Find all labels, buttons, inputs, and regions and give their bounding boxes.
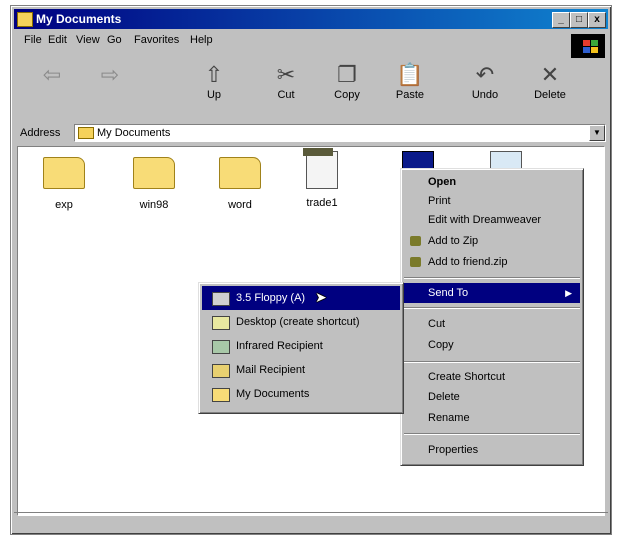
address-value: My Documents (97, 127, 171, 139)
up-button[interactable]: ⇧ Up (188, 61, 240, 117)
menu-file[interactable]: File (24, 34, 42, 46)
ctx-open[interactable]: Open (404, 172, 580, 192)
up-folder-icon: ⇧ (204, 62, 224, 87)
ctx-delete[interactable]: Delete (404, 387, 580, 407)
file-item-exp[interactable]: exp (32, 157, 96, 211)
send-to-desktop[interactable]: Desktop (create shortcut) (202, 310, 400, 334)
send-to-mail[interactable]: Mail Recipient (202, 358, 400, 382)
minimize-button[interactable]: _ (552, 12, 570, 28)
menu-bar: File Edit View Go Favorites Help (14, 31, 608, 51)
document-icon (303, 148, 338, 189)
close-button[interactable]: x (588, 12, 606, 28)
send-to-floppy[interactable]: 3.5 Floppy (A) (202, 286, 400, 310)
file-item-word[interactable]: word (208, 157, 272, 211)
copy-button[interactable]: ❐ Copy (321, 61, 373, 117)
menu-separator (404, 433, 580, 435)
ctx-send-to[interactable]: Send To ▶ (404, 283, 580, 303)
delete-icon: ✕ (540, 62, 560, 87)
ctx-cut[interactable]: Cut (404, 314, 580, 334)
folder-icon (17, 12, 33, 27)
copy-icon: ❐ (337, 62, 357, 87)
menu-go[interactable]: Go (107, 34, 122, 46)
title-bar[interactable]: My Documents _ □ x (14, 9, 608, 29)
winzip-icon (410, 236, 421, 246)
menu-separator (404, 277, 580, 279)
folder-icon (43, 157, 85, 189)
folder-icon (78, 127, 94, 139)
ctx-create-shortcut[interactable]: Create Shortcut (404, 367, 580, 387)
undo-icon: ↶ (475, 62, 495, 87)
desktop-shortcut-icon (212, 316, 230, 330)
back-arrow-icon: ⇦ (42, 62, 62, 87)
address-label: Address (20, 127, 61, 139)
back-button[interactable]: ⇦ (26, 61, 78, 117)
file-item-trade1[interactable]: trade1 (290, 148, 354, 209)
submenu-arrow-icon: ▶ (565, 288, 572, 298)
send-to-submenu: 3.5 Floppy (A) Desktop (create shortcut)… (198, 282, 404, 414)
address-input[interactable]: My Documents ▼ (74, 124, 606, 142)
menu-separator (404, 361, 580, 363)
undo-button[interactable]: ↶ Undo (459, 61, 511, 117)
mouse-cursor-icon: ➤ (315, 289, 327, 305)
ctx-print[interactable]: Print (404, 191, 580, 211)
menu-help[interactable]: Help (190, 34, 213, 46)
paste-icon: 📋 (396, 62, 424, 87)
context-menu: Open Print Edit with Dreamweaver Add to … (400, 168, 584, 466)
ctx-rename[interactable]: Rename (404, 408, 580, 428)
status-bar (14, 512, 608, 531)
folder-icon (219, 157, 261, 189)
send-to-infrared[interactable]: Infrared Recipient (202, 334, 400, 358)
menu-separator (404, 307, 580, 309)
ctx-properties[interactable]: Properties (404, 440, 580, 460)
scissors-icon: ✂ (276, 62, 296, 87)
file-item-win98[interactable]: win98 (122, 157, 186, 211)
send-to-my-documents[interactable]: My Documents (202, 382, 400, 406)
cut-button[interactable]: ✂ Cut (260, 61, 312, 117)
folder-icon (133, 157, 175, 189)
toolbar: ⇦ ⇨ ⇧ Up ✂ Cut ❐ Copy 📋 Paste ↶ Undo ✕ D… (14, 53, 608, 121)
paste-button[interactable]: 📋 Paste (384, 61, 436, 117)
window-title: My Documents (36, 12, 122, 26)
forward-button[interactable]: ⇨ (84, 61, 136, 117)
ctx-copy[interactable]: Copy (404, 335, 580, 355)
chevron-down-icon[interactable]: ▼ (589, 125, 605, 141)
ctx-edit-dreamweaver[interactable]: Edit with Dreamweaver (404, 210, 580, 230)
maximize-button[interactable]: □ (570, 12, 588, 28)
menu-edit[interactable]: Edit (48, 34, 67, 46)
address-bar: Address My Documents ▼ (14, 122, 608, 144)
menu-favorites[interactable]: Favorites (134, 34, 179, 46)
floppy-icon (212, 292, 230, 306)
menu-view[interactable]: View (76, 34, 100, 46)
mail-icon (212, 364, 230, 378)
delete-button[interactable]: ✕ Delete (524, 61, 576, 117)
forward-arrow-icon: ⇨ (100, 62, 120, 87)
winzip-icon (410, 257, 421, 267)
infrared-icon (212, 340, 230, 354)
my-documents-icon (212, 388, 230, 402)
ctx-add-to-friend-zip[interactable]: Add to friend.zip (404, 252, 580, 272)
ctx-add-to-zip[interactable]: Add to Zip (404, 231, 580, 251)
